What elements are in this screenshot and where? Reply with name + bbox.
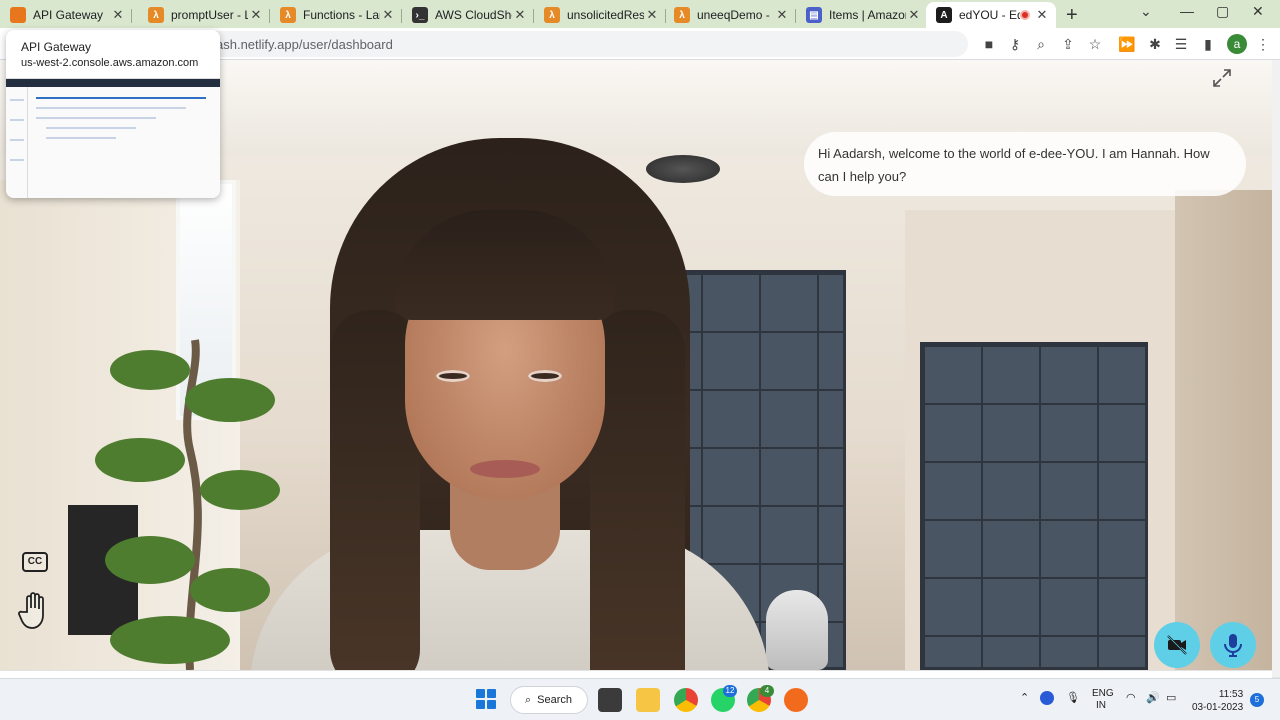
tab-dynamodb[interactable]: ▤ Items | Amazon D ✕ [796, 2, 928, 28]
tab-uneeqdemo[interactable]: λ uneeqDemo - Lam ✕ [664, 2, 796, 28]
page-bottom-strip [0, 670, 1272, 678]
tab-title: promptUser - Lam [171, 8, 248, 22]
microphone-button[interactable] [1210, 622, 1256, 668]
close-icon[interactable]: ✕ [380, 7, 396, 23]
tab-title: edYOU - Edu [959, 8, 1020, 22]
terminal-icon: ›_ [412, 7, 428, 23]
raise-hand-icon[interactable] [18, 590, 52, 630]
close-icon[interactable]: ✕ [906, 7, 922, 23]
extensions-icon[interactable]: ✱ [1146, 35, 1164, 53]
tab-title: Items | Amazon D [829, 8, 906, 22]
close-icon[interactable]: ✕ [110, 7, 126, 23]
tab-functions[interactable]: λ Functions - Lamb ✕ [270, 2, 402, 28]
fullscreen-expand-icon[interactable] [1212, 68, 1234, 90]
lang-top: ENG [1092, 688, 1114, 699]
vertical-scrollbar[interactable] [1272, 60, 1280, 677]
maximize-icon[interactable]: ▢ [1216, 3, 1229, 20]
tab-api-gateway[interactable]: API Gateway ✕ [0, 2, 132, 28]
battery-icon[interactable]: ▭ [1166, 691, 1176, 704]
ceiling-lamp [646, 155, 720, 183]
avatar-lips [470, 460, 540, 478]
menu-kebab-icon[interactable]: ⋮ [1254, 35, 1272, 53]
hover-card-title: API Gateway [21, 40, 92, 54]
profile-avatar[interactable]: a [1227, 34, 1247, 54]
start-windows-icon[interactable] [476, 689, 496, 709]
search-icon: ⌕ [525, 693, 532, 706]
whatsapp-badge: 12 [723, 685, 737, 697]
clock-time: 11:53 [1218, 689, 1244, 700]
tab-strip: API Gateway ✕ λ promptUser - Lam ✕ λ Fun… [0, 0, 1280, 28]
meet-now-icon[interactable] [1040, 691, 1054, 705]
pillar [1175, 190, 1272, 670]
camera-icon[interactable]: ■ [980, 35, 998, 53]
recording-icon [1020, 10, 1030, 20]
notification-badge[interactable]: 5 [1250, 693, 1264, 707]
chrome-icon[interactable] [674, 688, 698, 712]
edyou-icon: A [936, 7, 952, 23]
tab-edyou[interactable]: A edYOU - Edu ✕ [926, 2, 1056, 28]
chair [766, 590, 828, 670]
plant [95, 339, 280, 670]
close-icon[interactable]: ✕ [644, 7, 660, 23]
close-icon[interactable]: ✕ [774, 7, 790, 23]
tab-unsolicited[interactable]: λ unsolicitedRespo ✕ [534, 2, 666, 28]
tab-title: Functions - Lamb [303, 8, 380, 22]
lambda-icon: λ [674, 7, 690, 23]
aws-icon [10, 7, 26, 23]
url-text[interactable]: ash.netlify.app/user/dashboard [216, 37, 393, 52]
minimize-icon[interactable]: — [1180, 3, 1194, 19]
taskbar-search[interactable]: ⌕ Search [510, 686, 588, 714]
show-hidden-icons[interactable]: ⌃ [1020, 691, 1029, 704]
side-panel-icon[interactable]: ▮ [1199, 35, 1217, 53]
close-icon[interactable]: ✕ [1034, 7, 1050, 23]
dynamodb-icon: ▤ [806, 7, 822, 23]
avatar-eye-right [528, 370, 562, 382]
camera-off-icon [1167, 635, 1187, 655]
chat-bubble: Hi Aadarsh, welcome to the world of e-de… [804, 132, 1246, 196]
microphone-icon [1224, 634, 1242, 657]
closed-captions-button[interactable]: CC [22, 552, 48, 572]
bookshelf-right [920, 342, 1148, 670]
avatar-eye-left [436, 370, 470, 382]
volume-icon[interactable]: 🔊 [1146, 691, 1160, 704]
wifi-icon[interactable]: ◠ [1126, 691, 1136, 704]
tab-title: uneeqDemo - Lam [697, 8, 774, 22]
search-label: Search [537, 694, 573, 706]
tab-cloudshell[interactable]: ›_ AWS CloudShell ✕ [402, 2, 534, 28]
window-close-icon[interactable]: ✕ [1252, 3, 1264, 20]
language-indicator[interactable]: ENG IN [1092, 688, 1114, 712]
key-icon[interactable]: ⚷ [1006, 35, 1024, 53]
zoom-icon[interactable]: ⌕ [1032, 35, 1050, 53]
chrome-profile-badge: 4 [760, 685, 774, 697]
media-forward-icon[interactable]: ⏩ [1118, 35, 1136, 53]
hover-card-preview [6, 78, 220, 198]
system-clock[interactable]: 11:53 03-01-2023 [1192, 688, 1243, 714]
task-view-icon[interactable] [598, 688, 622, 712]
tab-promptuser[interactable]: λ promptUser - Lam ✕ [138, 2, 270, 28]
lang-bottom: IN [1096, 700, 1106, 711]
file-explorer-icon[interactable] [636, 688, 660, 712]
new-tab-icon[interactable]: + [1066, 4, 1078, 27]
tab-title: AWS CloudShell [435, 8, 512, 22]
hover-card-domain: us-west-2.console.aws.amazon.com [21, 57, 199, 69]
lambda-icon: λ [148, 7, 164, 23]
tab-hover-card: API Gateway us-west-2.console.aws.amazon… [6, 30, 220, 198]
close-icon[interactable]: ✕ [248, 7, 264, 23]
lambda-icon: λ [280, 7, 296, 23]
postman-icon[interactable] [784, 688, 808, 712]
tray-microphone-icon[interactable]: 🎙 [1066, 691, 1080, 704]
tab-title: unsolicitedRespo [567, 8, 644, 22]
media-control-icon[interactable]: ☰ [1172, 35, 1190, 53]
camera-off-button[interactable] [1154, 622, 1200, 668]
share-icon[interactable]: ⇪ [1059, 35, 1077, 53]
close-icon[interactable]: ✕ [512, 7, 528, 23]
clock-date: 03-01-2023 [1192, 702, 1244, 713]
tab-title: API Gateway [33, 8, 104, 22]
bookmark-star-icon[interactable]: ☆ [1086, 35, 1104, 53]
tab-search-icon[interactable]: ⌄ [1140, 3, 1152, 20]
windows-taskbar: ⌕ Search 12 4 ⌃ 🎙 ENG IN ◠ 🔊 ▭ 11:53 03-… [0, 678, 1280, 720]
lambda-icon: λ [544, 7, 560, 23]
